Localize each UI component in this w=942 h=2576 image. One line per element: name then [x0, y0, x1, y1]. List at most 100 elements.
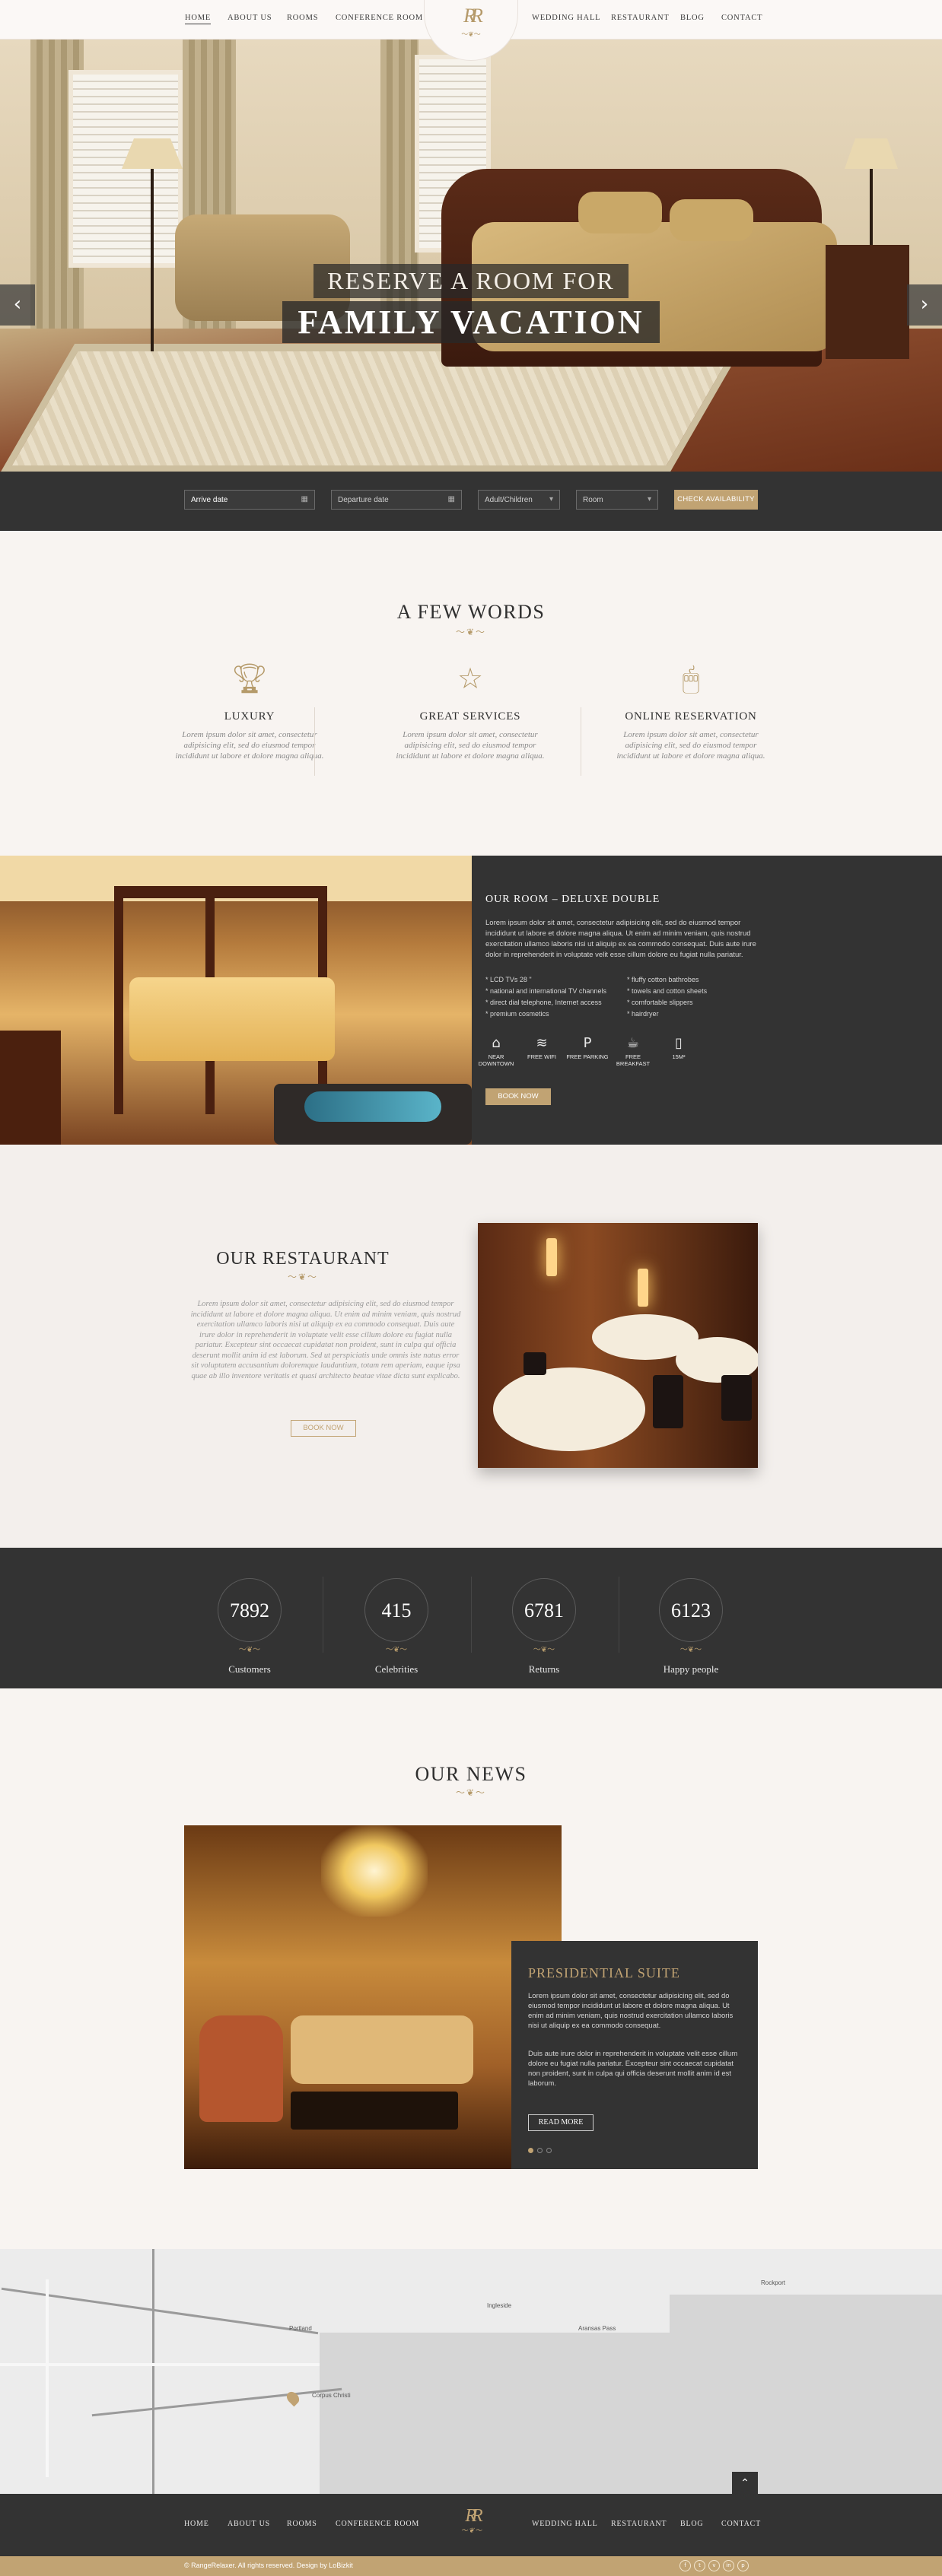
stat-customers: 7892 〜❦〜 Customers	[196, 1578, 303, 1676]
twitter-icon[interactable]: t	[694, 2560, 705, 2571]
divider	[471, 1577, 472, 1653]
room-photo	[0, 856, 472, 1145]
booking-bar: Arrive date ▦ Departure date ▦ Adult/Chi…	[0, 472, 942, 531]
slider-dot[interactable]	[546, 2148, 552, 2153]
room-label: Room	[583, 496, 603, 504]
hero-pillow	[578, 192, 662, 233]
room-feature: * LCD TVs 28 "	[485, 976, 532, 983]
coffee-icon: ☕︎	[626, 1035, 640, 1051]
book-now-button[interactable]: BOOK NOW	[485, 1088, 551, 1105]
footer-logo[interactable]: RR 〜❦〜	[438, 2506, 506, 2535]
location-map[interactable]: Corpus Christi Portland Ingleside Aransa…	[0, 2249, 942, 2494]
stat-label: Celebrities	[374, 1663, 418, 1675]
nav-wedding-hall[interactable]: WEDDING HALL	[532, 14, 600, 22]
dining-chair	[524, 1352, 546, 1375]
guests-select[interactable]: Adult/Children ▾	[478, 490, 560, 510]
amenity-free-wifi: ≋ FREE WIFI	[519, 1035, 565, 1060]
read-more-button[interactable]: READ MORE	[528, 2114, 594, 2131]
flourish-icon: 〜❦〜	[235, 1643, 264, 1654]
room-feature: * hairdryer	[627, 1010, 659, 1018]
check-availability-button[interactable]: CHECK AVAILABILITY	[674, 490, 758, 510]
feature-text: Lorem ipsum dolor sit amet, consectetur …	[175, 730, 324, 761]
footer-nav-home[interactable]: HOME	[184, 2520, 209, 2528]
restaurant-book-now-button[interactable]: BOOK NOW	[291, 1420, 356, 1437]
feature-title: LUXURY	[224, 710, 275, 723]
hero-title-line1: RESERVE A ROOM FOR	[313, 264, 629, 298]
sofa	[291, 2015, 473, 2084]
stats-bar: 7892 〜❦〜 Customers 415 〜❦〜 Celebrities 6…	[0, 1548, 942, 1688]
amenity-free-parking: P FREE PARKING	[565, 1035, 610, 1060]
room-feature: * comfortable slippers	[627, 999, 693, 1006]
feature-text: Lorem ipsum dolor sit amet, consectetur …	[616, 730, 765, 761]
flourish-icon: 〜❦〜	[287, 1272, 319, 1282]
vimeo-icon[interactable]: v	[708, 2560, 720, 2571]
pinterest-icon[interactable]: p	[737, 2560, 749, 2571]
footer-logo-monogram: RR	[465, 2506, 482, 2526]
nav-rooms[interactable]: ROOMS	[287, 14, 318, 22]
hero-title-line2: FAMILY VACATION	[282, 301, 660, 343]
feature-title: GREAT SERVICES	[419, 710, 521, 723]
footer-nav-conference-room[interactable]: CONFERENCE ROOM	[336, 2520, 419, 2528]
stat-value: 415	[364, 1578, 428, 1642]
restaurant-title: OUR RESTAURANT	[216, 1249, 390, 1269]
top-navigation: HOME ABOUT US ROOMS CONFERENCE ROOM WEDD…	[0, 0, 942, 61]
amenity-label: 15M²	[672, 1053, 686, 1060]
departure-date-label: Departure date	[338, 496, 389, 504]
chevron-left-icon[interactable]: ‹	[0, 284, 35, 326]
room-feature: * direct dial telephone, Internet access	[485, 999, 602, 1006]
slider-dot[interactable]	[528, 2148, 533, 2153]
hero-headline: RESERVE A ROOM FOR FAMILY VACATION	[0, 264, 942, 343]
flourish-icon: 〜❦〜	[460, 2527, 483, 2534]
flourish-icon: 〜❦〜	[530, 1643, 559, 1654]
amenity-label: NEAR DOWNTOWN	[478, 1053, 514, 1067]
chevron-right-icon[interactable]: ›	[907, 284, 942, 326]
footer-nav-about-us[interactable]: ABOUT US	[228, 2520, 270, 2528]
map-label: Ingleside	[487, 2302, 512, 2309]
room-description: Lorem ipsum dolor sit amet, consectetur …	[485, 919, 756, 959]
wifi-icon: ≋	[536, 1035, 548, 1051]
logo-flourish-icon: 〜❦〜	[461, 30, 481, 38]
flourish-icon: 〜❦〜	[676, 1643, 705, 1654]
room-feature: * fluffy cotton bathrobes	[627, 976, 699, 983]
dining-chair	[721, 1375, 752, 1421]
nav-home[interactable]: HOME	[185, 14, 212, 24]
wall-light	[638, 1269, 648, 1307]
nav-about-us[interactable]: ABOUT US	[228, 14, 272, 22]
armchair	[199, 2015, 283, 2122]
nav-restaurant[interactable]: RESTAURANT	[611, 14, 670, 22]
facebook-icon[interactable]: f	[679, 2560, 691, 2571]
back-to-top-icon[interactable]: ⌃	[732, 2472, 758, 2495]
map-road	[46, 2279, 49, 2477]
restaurant-section	[0, 1145, 942, 1548]
calendar-icon: ▦	[447, 495, 455, 503]
hero-window-left	[68, 70, 183, 268]
room-feature: * premium cosmetics	[485, 1010, 549, 1018]
news-card: PRESIDENTIAL SUITE Lorem ipsum dolor sit…	[511, 1941, 758, 2169]
footer-nav-blog[interactable]: BLOG	[680, 2520, 703, 2528]
stat-label: Customers	[228, 1663, 271, 1675]
nav-conference-room[interactable]: CONFERENCE ROOM	[336, 14, 423, 22]
amenity-label: FREE PARKING	[566, 1053, 609, 1060]
departure-date-field[interactable]: Departure date ▦	[331, 490, 462, 510]
mouse-icon: 🖱︎	[682, 662, 700, 695]
stat-celebrities: 415 〜❦〜 Celebrities	[343, 1578, 450, 1676]
feature-luxury: 🏆︎ LUXURY Lorem ipsum dolor sit amet, co…	[166, 662, 333, 761]
flourish-icon: 〜❦〜	[455, 1787, 487, 1798]
nav-contact[interactable]: CONTACT	[721, 14, 762, 22]
few-words-title: A FEW WORDS	[396, 601, 546, 623]
footer-nav-restaurant[interactable]: RESTAURANT	[611, 2520, 667, 2528]
map-land	[624, 2249, 942, 2295]
room-select[interactable]: Room ▾	[576, 490, 658, 510]
dining-chair	[653, 1375, 683, 1428]
arrive-date-field[interactable]: Arrive date ▦	[184, 490, 315, 510]
map-label: Corpus Christi	[312, 2392, 351, 2399]
nav-blog[interactable]: BLOG	[680, 14, 705, 22]
room-features-right: * fluffy cotton bathrobes * towels and c…	[627, 974, 707, 1020]
arrive-date-label: Arrive date	[191, 496, 228, 504]
footer-nav-contact[interactable]: CONTACT	[721, 2520, 761, 2528]
linkedin-icon[interactable]: in	[723, 2560, 734, 2571]
room-title: OUR ROOM – DELUXE DOUBLE	[485, 894, 660, 905]
footer-nav-wedding-hall[interactable]: WEDDING HALL	[532, 2520, 598, 2528]
footer-nav-rooms[interactable]: ROOMS	[287, 2520, 317, 2528]
slider-dot[interactable]	[537, 2148, 543, 2153]
